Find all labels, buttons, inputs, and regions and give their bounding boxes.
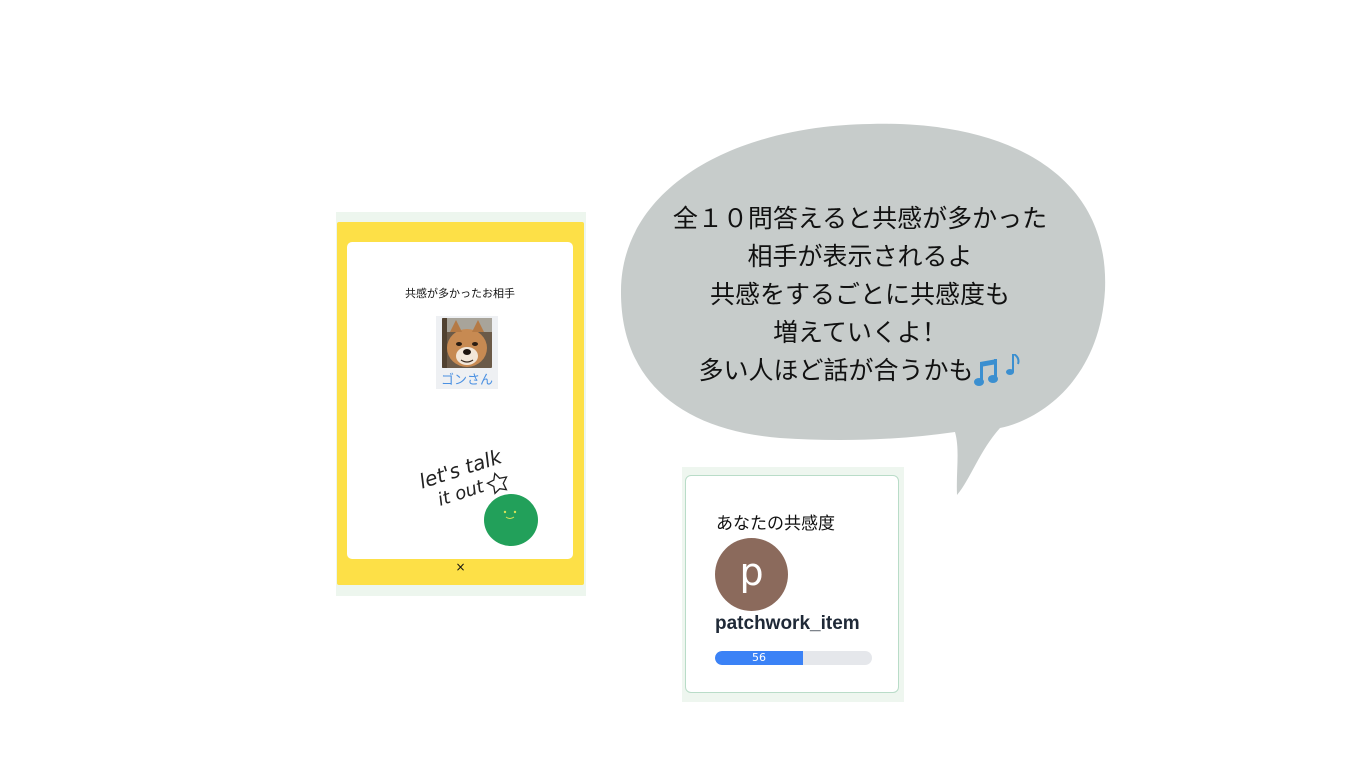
modal-content: 共感が多かったお相手 ゴンさん let's talk it out (347, 242, 573, 559)
partner-card[interactable]: ゴンさん (436, 316, 498, 389)
close-button[interactable]: × (337, 560, 584, 574)
bubble-line-5: 多い人ほど話が合うかも (698, 356, 974, 385)
card-title: あなたの共感度 (716, 514, 835, 534)
bubble-message: 全１０問答えると共感が多かった 相手が表示されるよ 共感をするごとに共感度も 増… (620, 200, 1100, 390)
partner-photo (442, 318, 492, 368)
bubble-line-1: 全１０問答えると共感が多かった (672, 204, 1048, 233)
sympathy-progress-bar: 56 (715, 651, 872, 665)
star-doodle (486, 472, 508, 495)
partner-name[interactable]: ゴンさん (436, 369, 498, 388)
lets-talk-doodle: let's talk it out (416, 444, 538, 546)
match-result-modal: 共感が多かったお相手 ゴンさん let's talk it out × (337, 222, 584, 585)
bubble-line-2: 相手が表示されるよ (747, 242, 973, 271)
bubble-line-4: 増えていくよ！ (773, 318, 947, 347)
progress-label: 56 (751, 651, 766, 664)
bubble-line-3: 共感をするごとに共感度も (709, 280, 1010, 309)
username: patchwork_item (715, 613, 860, 634)
stage: 共感が多かったお相手 ゴンさん let's talk it out × 全１０問… (0, 0, 1366, 768)
sympathy-card: あなたの共感度 p patchwork_item 56 (685, 475, 899, 693)
music-notes-icon (973, 354, 1019, 386)
bubble-line-5-wrap: 多い人ほど話が合うかも (620, 352, 1100, 390)
green-blob (484, 494, 538, 546)
modal-title: 共感が多かったお相手 (405, 287, 515, 300)
avatar[interactable]: p (715, 538, 788, 611)
